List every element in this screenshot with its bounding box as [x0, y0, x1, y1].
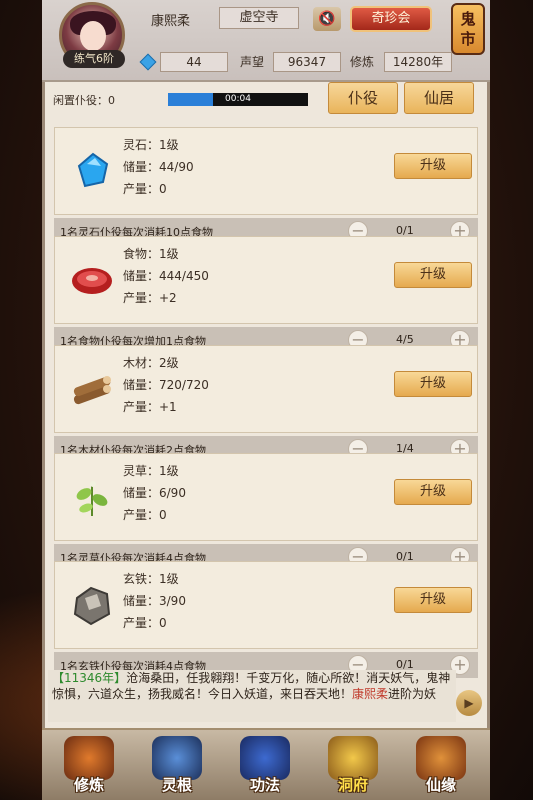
resource-output: 产量：0: [123, 508, 167, 522]
wood-icon: [67, 364, 117, 414]
player-name: 康熙柔: [151, 14, 191, 29]
resource-level: 玄铁：1级: [123, 572, 179, 586]
upgrade-button[interactable]: 升级: [394, 153, 472, 179]
ghost-market-button[interactable]: 鬼市: [451, 3, 485, 55]
chat-log: 【11346年】沧海桑田，任我翱翔！千变万化，随心所欲！消天妖气，鬼神惊惧，六道…: [48, 670, 456, 722]
nav-spirit-root[interactable]: 灵根: [142, 736, 212, 798]
resource-level: 灵草：1级: [123, 464, 179, 478]
chat-message-end: 进阶为妖: [388, 687, 437, 701]
resource-card: 灵草：1级储量：6/90 产量：0 升级: [54, 453, 478, 541]
nav-fate-label: 仙缘: [425, 776, 456, 794]
upgrade-button[interactable]: 升级: [394, 587, 472, 613]
resource-output: 产量：+1: [123, 400, 177, 414]
resource-card: 玄铁：1级储量：3/90 产量：0 升级: [54, 561, 478, 649]
nav-techniques-label: 功法: [249, 776, 280, 794]
gem-count: 44: [160, 52, 228, 72]
resource-storage: 储量：720/720: [123, 378, 209, 392]
reputation-value: 96347: [273, 52, 341, 72]
resource-storage: 储量：6/90: [123, 486, 186, 500]
resource-level: 灵石：1级: [123, 138, 179, 152]
iron-icon: [67, 580, 117, 630]
upgrade-button[interactable]: 升级: [394, 371, 472, 397]
arrow-right-icon: ▶: [464, 696, 474, 710]
nav-cultivate-label: 修炼: [73, 776, 104, 794]
idle-servants-label: 闲置仆役：0: [53, 94, 115, 107]
chat-year-tag: 【11346年】: [52, 671, 127, 685]
resource-card: 食物：1级储量：444/450 产量：+2 升级: [54, 236, 478, 324]
herb-icon: [67, 472, 117, 522]
bottom-nav: 修炼 灵根 功法 洞府 仙缘: [42, 728, 490, 800]
treasure-auction-button[interactable]: 奇珍会: [350, 6, 432, 32]
ghost-market-label: 鬼市: [460, 10, 476, 48]
location-label: 虚空寺: [219, 7, 299, 29]
resource-output: 产量：+2: [123, 291, 177, 305]
cultivation-value: 14280年: [384, 52, 452, 72]
chat-expand-button[interactable]: ▶: [456, 690, 482, 716]
sound-toggle-button[interactable]: 🔇: [313, 7, 341, 31]
avatar-face: [80, 21, 106, 51]
timer-bar: 00:04: [168, 93, 308, 106]
rank-badge: 练气6阶: [63, 50, 125, 68]
resource-storage: 储量：44/90: [123, 160, 194, 174]
speaker-muted-icon: 🔇: [318, 11, 336, 27]
food-icon: [67, 255, 117, 305]
nav-cultivate[interactable]: 修炼: [54, 736, 124, 798]
spirit-stone-icon: [67, 146, 117, 196]
nav-techniques[interactable]: 功法: [230, 736, 300, 798]
timer-text: 00:04: [225, 94, 251, 104]
nav-fate[interactable]: 仙缘: [406, 736, 476, 798]
reputation-label: 声望: [240, 55, 265, 69]
nav-spirit-root-label: 灵根: [161, 776, 192, 794]
resource-card: 木材：2级储量：720/720 产量：+1 升级: [54, 345, 478, 433]
upgrade-button[interactable]: 升级: [394, 262, 472, 288]
resource-storage: 储量：3/90: [123, 594, 186, 608]
resource-output: 产量：0: [123, 182, 167, 196]
nav-cave[interactable]: 洞府: [318, 736, 388, 798]
immortal-residence-button[interactable]: 仙居: [404, 82, 474, 114]
upgrade-button[interactable]: 升级: [394, 479, 472, 505]
servant-button[interactable]: 仆役: [328, 82, 398, 114]
resource-card: 灵石：1级储量：44/90 产量：0 升级: [54, 127, 478, 215]
chat-player-name: 康熙柔: [352, 687, 389, 701]
resource-level: 食物：1级: [123, 247, 179, 261]
resource-storage: 储量：444/450: [123, 269, 209, 283]
resource-level: 木材：2级: [123, 356, 179, 370]
resource-output: 产量：0: [123, 616, 167, 630]
cultivation-label: 修炼: [350, 55, 375, 69]
nav-cave-label: 洞府: [337, 776, 368, 794]
